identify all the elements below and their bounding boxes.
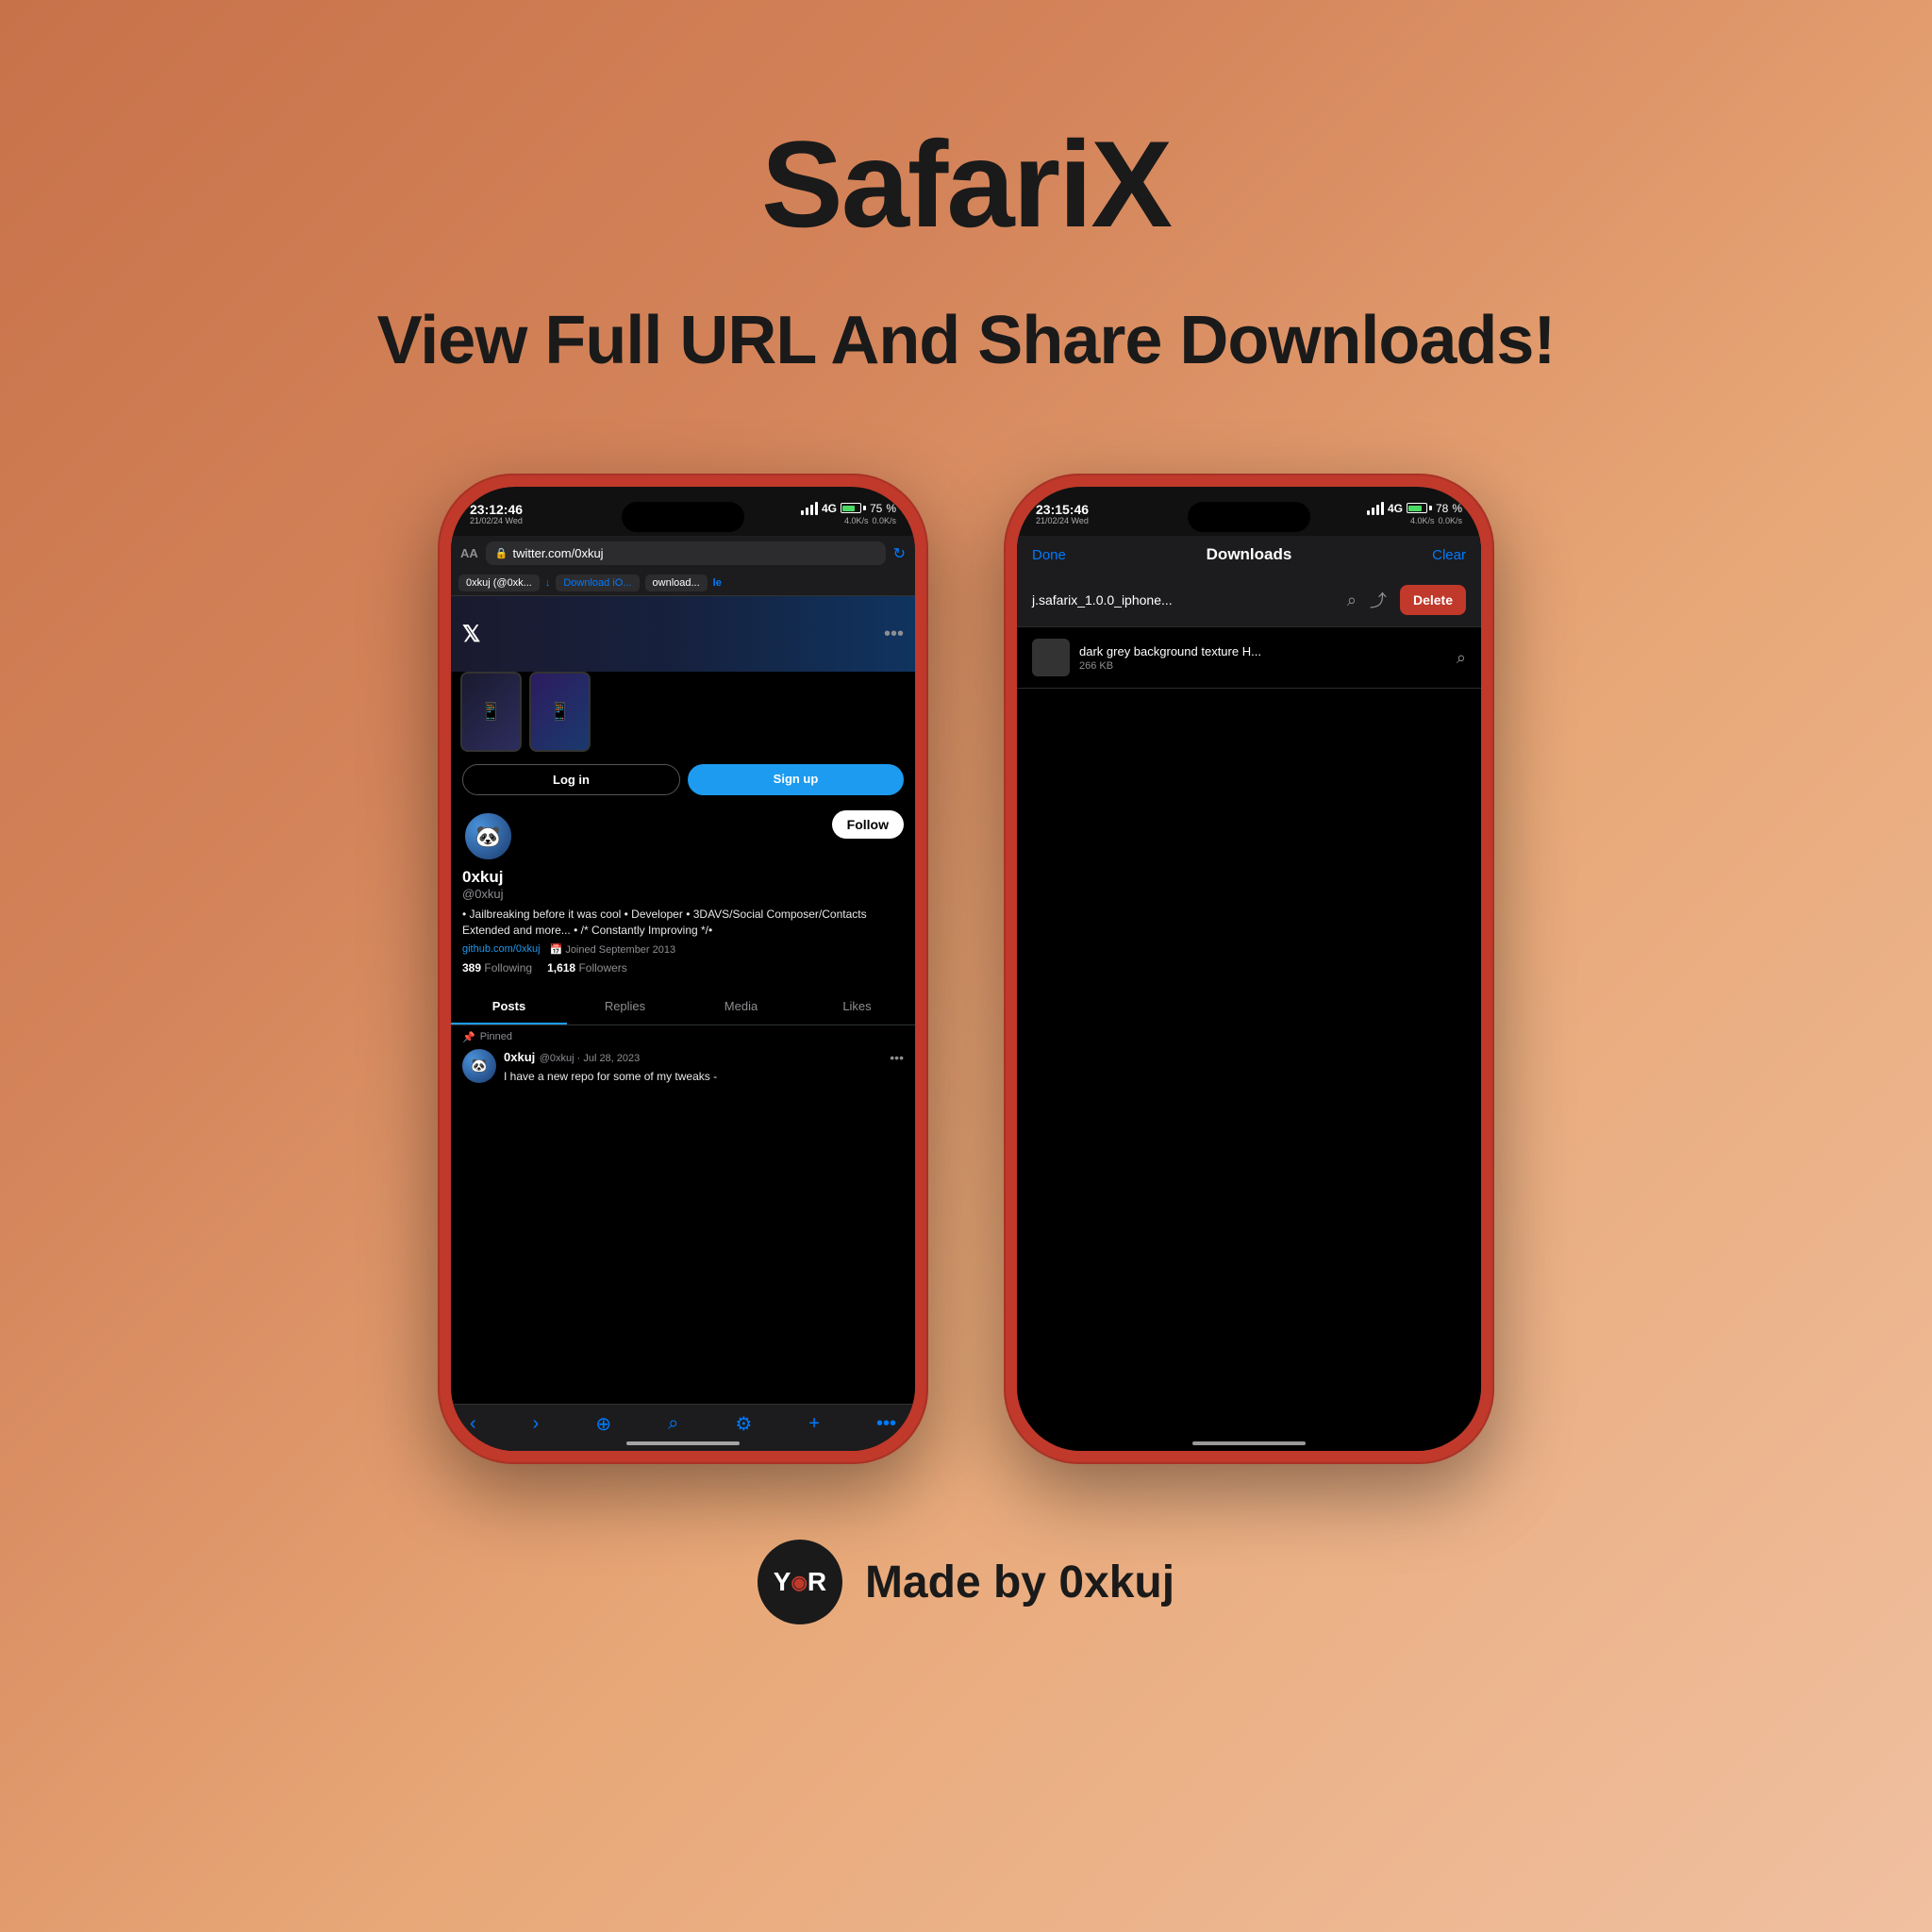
search-download-icon-2[interactable]: ⌕ <box>1457 648 1466 668</box>
profile-stats: 389 Following 1,618 Followers <box>462 961 904 974</box>
download-actions-1: ⌕ ⤴ Delete <box>1347 585 1466 615</box>
tab-replies[interactable]: Replies <box>567 990 683 1024</box>
settings-icon[interactable]: ⚙ <box>735 1412 752 1436</box>
profile-name: 0xkuj <box>462 868 904 887</box>
download-item-2: dark grey background texture H... 266 KB… <box>1017 627 1481 689</box>
github-link[interactable]: github.com/0xkuj <box>462 943 541 955</box>
downloads-content: Done Downloads Clear j.safarix_1.0.0_iph… <box>1017 536 1481 1451</box>
home-indicator-1 <box>626 1441 740 1445</box>
home-indicator-2 <box>1192 1441 1306 1445</box>
dynamic-island-1 <box>622 502 744 532</box>
search-icon[interactable]: ⌕ <box>668 1413 678 1435</box>
downloads-nav: Done Downloads Clear <box>1017 536 1481 574</box>
phone2-network: 4G <box>1388 502 1403 515</box>
tweet-name: 0xkuj <box>504 1050 535 1064</box>
aa-label: AA <box>460 546 478 560</box>
tweet-tabs: Posts Replies Media Likes <box>451 990 915 1025</box>
share-icon-1[interactable]: ⤴ <box>1370 588 1387 612</box>
signup-button[interactable]: Sign up <box>688 764 904 795</box>
tab-posts[interactable]: Posts <box>451 990 567 1024</box>
pinned-label: 📌 Pinned <box>451 1025 915 1045</box>
phone1-date: 21/02/24 Wed <box>470 517 523 525</box>
phone1-network: 4G <box>822 502 837 515</box>
tweet-content: 0xkuj @0xkuj · Jul 28, 2023 ••• I have a… <box>504 1049 904 1085</box>
url-bar[interactable]: 🔒 twitter.com/0xkuj <box>486 541 886 565</box>
profile-bio: • Jailbreaking before it was cool • Deve… <box>462 907 904 939</box>
phone1-frame: 23:12:46 21/02/24 Wed 4G <box>438 474 928 1464</box>
lock-icon: 🔒 <box>495 547 508 559</box>
delete-button-1[interactable]: Delete <box>1400 585 1466 615</box>
phone-thumb-2: 📱 <box>529 672 591 752</box>
following-stat: 389 Following <box>462 961 532 974</box>
download-filename-1: j.safarix_1.0.0_iphone... <box>1032 592 1340 608</box>
dynamic-island-2 <box>1188 502 1310 532</box>
page-title: SafariX <box>761 113 1171 255</box>
page-subtitle: View Full URL And Share Downloads! <box>377 302 1556 379</box>
tweet-date: @0xkuj · Jul 28, 2023 <box>540 1053 641 1064</box>
phone2-frame: 23:15:46 21/02/24 Wed 4G <box>1004 474 1494 1464</box>
forward-icon[interactable]: › <box>533 1413 540 1435</box>
more-icon[interactable]: ••• <box>876 1413 896 1435</box>
tweet-more-icon[interactable]: ••• <box>890 1050 904 1065</box>
tweet-text: I have a new repo for some of my tweaks … <box>504 1069 904 1085</box>
phone1-battery <box>841 503 866 513</box>
tab-bar: 0xkuj (@0xk... ↓ Download iO... ownload.… <box>451 571 915 596</box>
phone1-time: 23:12:46 <box>470 502 523 517</box>
tab-item-3[interactable]: ownload... <box>645 575 708 591</box>
login-buttons: Log in Sign up <box>451 757 915 803</box>
phone2-screen: 23:15:46 21/02/24 Wed 4G <box>1017 487 1481 1451</box>
follow-button[interactable]: Follow <box>832 810 904 839</box>
tab-media[interactable]: Media <box>683 990 799 1024</box>
header-more-icon[interactable]: ••• <box>884 624 904 645</box>
tab-likes[interactable]: Likes <box>799 990 915 1024</box>
phone1-signal <box>801 502 818 515</box>
footer: Y ◉ R Made by 0xkuj <box>758 1540 1174 1624</box>
phone-thumb-1: 📱 <box>460 672 522 752</box>
join-date: 📅 Joined September 2013 <box>550 943 676 956</box>
add-icon[interactable]: + <box>808 1413 820 1435</box>
clear-button[interactable]: Clear <box>1432 547 1466 563</box>
phone1-screen: 23:12:46 21/02/24 Wed 4G <box>451 487 915 1451</box>
url-text: twitter.com/0xkuj <box>512 546 603 560</box>
download-item-1: j.safarix_1.0.0_iphone... ⌕ ⤴ Delete <box>1017 574 1481 627</box>
footer-logo: Y ◉ R <box>758 1540 842 1624</box>
file-info: dark grey background texture H... 266 KB <box>1079 644 1457 672</box>
tab-item-2[interactable]: Download iO... <box>556 575 639 591</box>
browser-bar[interactable]: AA 🔒 twitter.com/0xkuj ↻ <box>451 536 915 571</box>
phone2-battery-pct: 78 <box>1436 502 1448 515</box>
twitter-content: 𝕏 ••• 📱 📱 Log in Sign up <box>451 596 915 1451</box>
login-button[interactable]: Log in <box>462 764 680 795</box>
tweet-avatar: 🐼 <box>462 1049 496 1083</box>
profile-section: 🐼 Follow 0xkuj @0xkuj • Jailbreaking bef… <box>451 803 915 982</box>
made-by-label: Made by 0xkuj <box>865 1557 1174 1608</box>
profile-links: github.com/0xkuj 📅 Joined September 2013 <box>462 943 904 956</box>
pin-icon: 📌 <box>462 1031 475 1043</box>
download-icon-tab: ↓ <box>545 577 551 589</box>
phone2-time: 23:15:46 <box>1036 502 1089 517</box>
back-icon[interactable]: ‹ <box>470 1413 476 1435</box>
tweet-row: 🐼 0xkuj @0xkuj · Jul 28, 2023 ••• I have… <box>451 1045 915 1089</box>
download-item-1-container: j.safarix_1.0.0_iphone... ⌕ ⤴ Delete <box>1017 574 1481 627</box>
done-button[interactable]: Done <box>1032 547 1066 563</box>
phone2-signal <box>1367 502 1384 515</box>
followers-stat: 1,618 Followers <box>547 961 627 974</box>
profile-avatar: 🐼 <box>462 810 514 862</box>
tab-item-4[interactable]: le <box>713 577 722 589</box>
phone2-battery <box>1407 503 1432 513</box>
bookmark-icon[interactable]: ⊕ <box>595 1412 611 1436</box>
file-name-2: dark grey background texture H... <box>1079 644 1457 658</box>
phone2-date: 21/02/24 Wed <box>1036 517 1089 525</box>
downloads-title: Downloads <box>1207 545 1292 564</box>
phone1-battery-pct: 75 <box>870 502 882 515</box>
file-size-2: 266 KB <box>1079 660 1457 672</box>
reload-button[interactable]: ↻ <box>893 544 906 563</box>
tab-item-1[interactable]: 0xkuj (@0xk... <box>458 575 540 591</box>
x-logo: 𝕏 <box>462 621 480 648</box>
file-thumbnail <box>1032 639 1070 676</box>
profile-bg: 📱 📱 <box>451 672 915 757</box>
phones-showcase: 23:12:46 21/02/24 Wed 4G <box>438 474 1494 1464</box>
search-download-icon-1[interactable]: ⌕ <box>1347 591 1357 610</box>
twitter-header: 𝕏 ••• <box>451 596 915 672</box>
profile-handle: @0xkuj <box>462 887 904 901</box>
